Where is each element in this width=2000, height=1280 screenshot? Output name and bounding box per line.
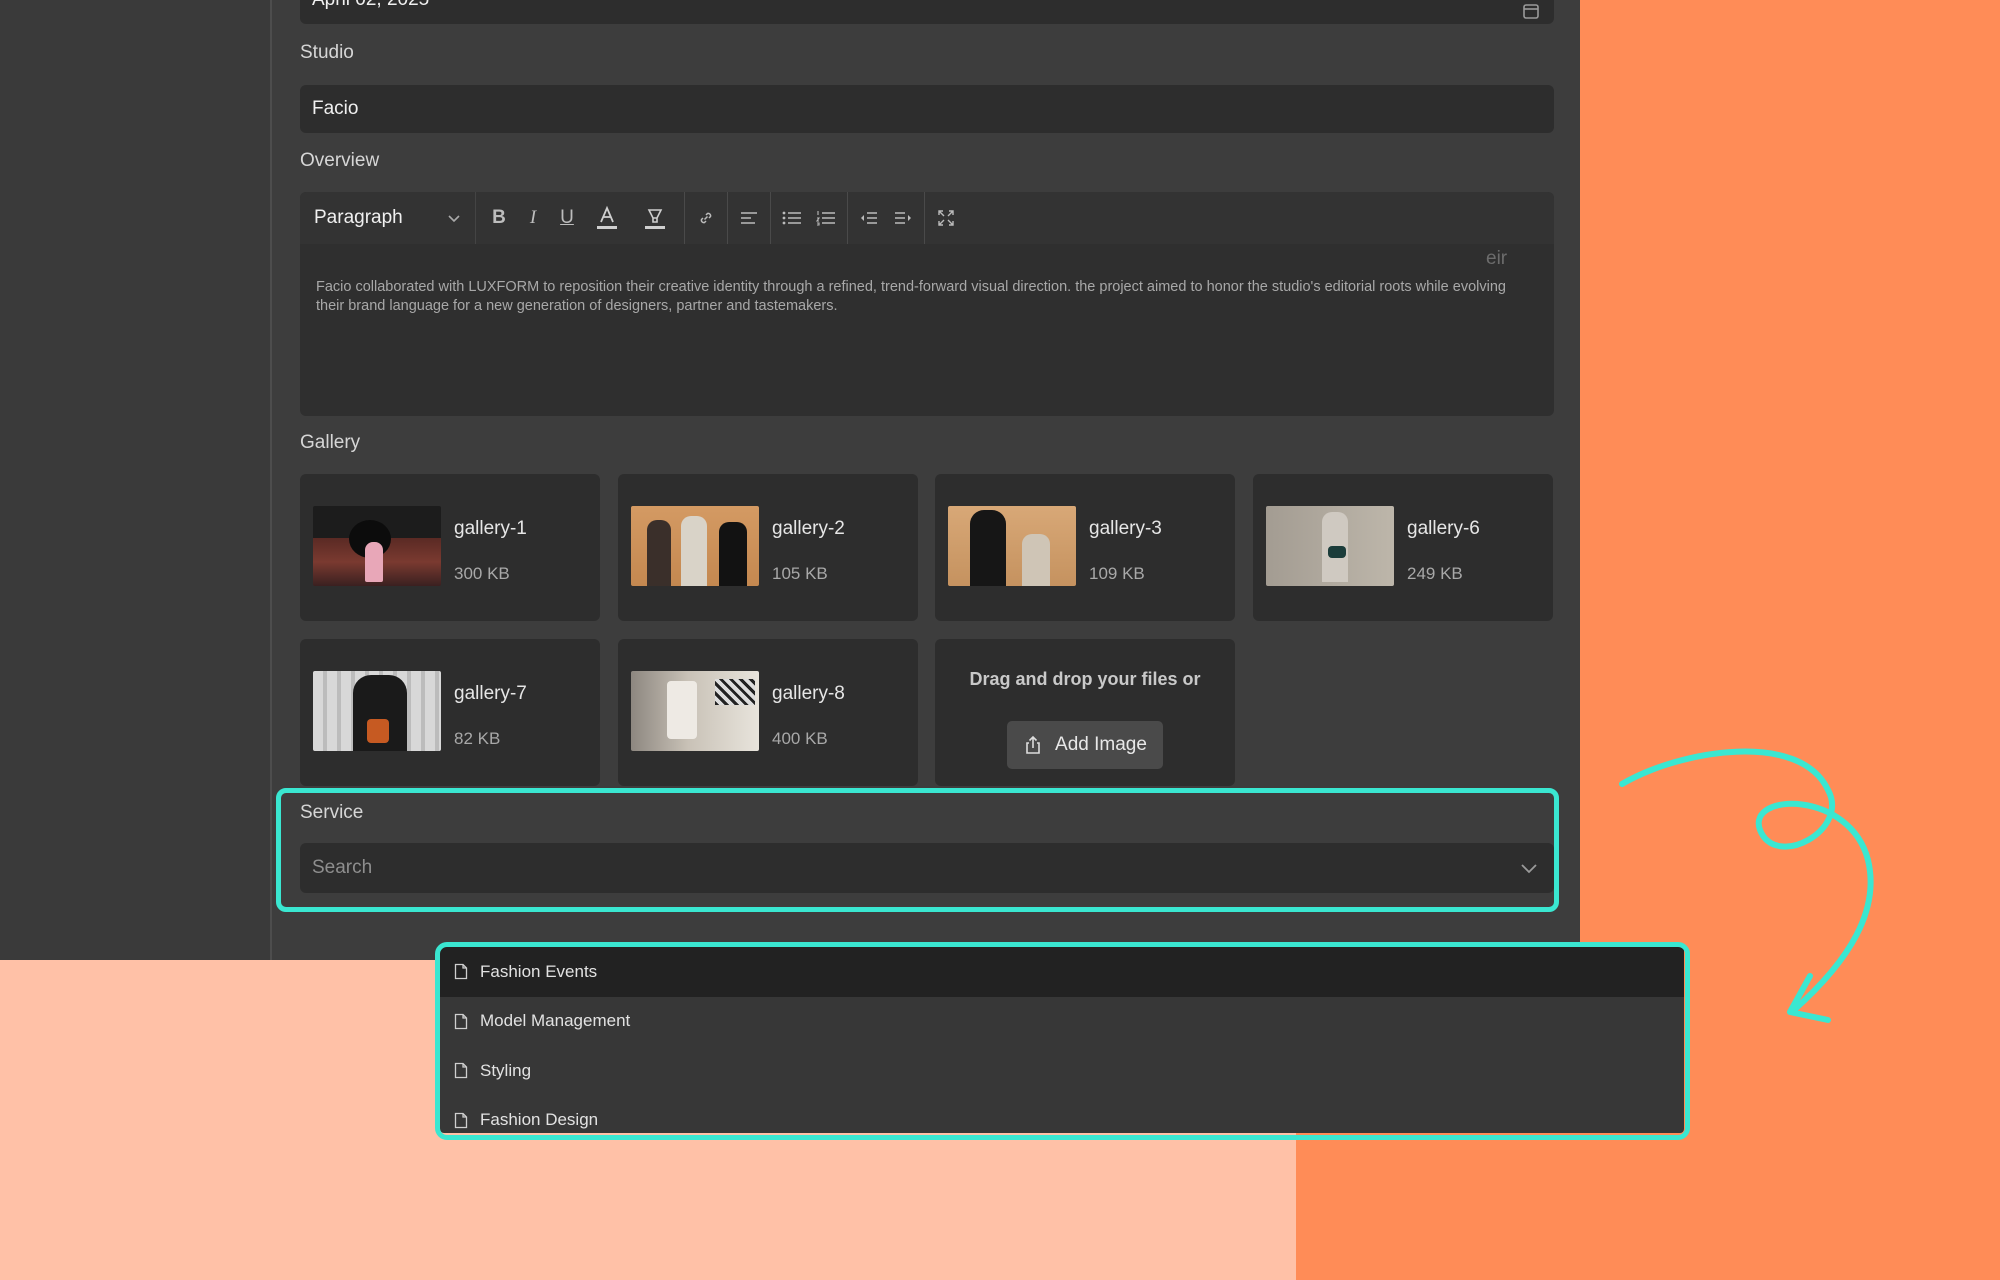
highlight-color-icon[interactable] [630, 192, 680, 244]
gallery-size: 400 KB [772, 729, 828, 748]
gallery-thumbnail [948, 506, 1076, 586]
toolbar-separator [924, 192, 925, 244]
add-image-label: Add Image [1055, 734, 1147, 755]
upload-dropzone[interactable]: Drag and drop your files or Add Image [935, 639, 1235, 786]
underline-icon[interactable]: U [550, 192, 584, 244]
calendar-icon[interactable] [1522, 2, 1540, 20]
gallery-thumbnail [631, 671, 759, 751]
chevron-down-icon [448, 215, 460, 223]
gallery-size: 300 KB [454, 564, 510, 583]
date-field[interactable]: April 02, 2025 [300, 0, 1554, 24]
chevron-down-icon[interactable] [1520, 861, 1538, 875]
upload-prompt: Drag and drop your files or [969, 669, 1201, 689]
gallery-thumbnail [1266, 506, 1394, 586]
studio-input[interactable]: Facio [300, 85, 1554, 133]
gallery-size: 249 KB [1407, 564, 1463, 583]
gallery-name: gallery-3 [1089, 518, 1162, 539]
gallery-name: gallery-7 [454, 683, 527, 704]
numbered-list-icon[interactable] [809, 192, 843, 244]
italic-icon[interactable]: I [516, 192, 550, 244]
date-value: April 02, 2025 [312, 0, 429, 11]
gallery-size: 109 KB [1089, 564, 1145, 583]
studio-label: Studio [300, 42, 354, 63]
gallery-item[interactable]: gallery-1 300 KB [300, 474, 600, 621]
toolbar-separator [684, 192, 685, 244]
dropdown-highlight-frame [435, 942, 1690, 1140]
toolbar-separator [727, 192, 728, 244]
outdent-icon[interactable] [852, 192, 886, 244]
studio-value: Facio [312, 98, 359, 119]
service-placeholder: Search [312, 857, 373, 878]
indent-icon[interactable] [886, 192, 920, 244]
fullscreen-icon[interactable] [929, 192, 963, 244]
overview-editor[interactable]: Paragraph B I U eir Facio collaborated w… [300, 192, 1554, 416]
gallery-item[interactable]: gallery-3 109 KB [935, 474, 1235, 621]
gallery-item[interactable]: gallery-8 400 KB [618, 639, 918, 786]
block-type-value: Paragraph [314, 207, 403, 228]
toolbar-separator [847, 192, 848, 244]
gallery-thumbnail [313, 671, 441, 751]
add-image-button[interactable]: Add Image [1007, 721, 1163, 769]
gallery-thumbnail [631, 506, 759, 586]
align-left-icon[interactable] [732, 192, 766, 244]
service-label: Service [300, 802, 364, 823]
gallery-name: gallery-6 [1407, 518, 1480, 539]
gallery-name: gallery-1 [454, 518, 527, 539]
overview-ghost-text: eir [1486, 248, 1508, 269]
editor-toolbar: Paragraph B I U [300, 192, 1554, 244]
gallery-item[interactable]: gallery-6 249 KB [1253, 474, 1553, 621]
gallery-item[interactable]: gallery-2 105 KB [618, 474, 918, 621]
gallery-label: Gallery [300, 432, 361, 453]
gallery-item[interactable]: gallery-7 82 KB [300, 639, 600, 786]
gallery-thumbnail [313, 506, 441, 586]
gallery-size: 105 KB [772, 564, 828, 583]
curly-arrow-icon [1619, 748, 1874, 1023]
gallery-name: gallery-8 [772, 683, 845, 704]
bullet-list-icon[interactable] [775, 192, 809, 244]
gallery-name: gallery-2 [772, 518, 845, 539]
overview-label: Overview [300, 150, 380, 171]
service-search-input[interactable]: Search [300, 843, 1554, 893]
bold-icon[interactable]: B [482, 192, 516, 244]
text-color-icon[interactable] [584, 192, 630, 244]
block-type-select[interactable]: Paragraph [300, 192, 476, 244]
link-icon[interactable] [689, 192, 723, 244]
overview-text[interactable]: Facio collaborated with LUXFORM to repos… [316, 278, 1516, 316]
toolbar-separator [770, 192, 771, 244]
gallery-size: 82 KB [454, 729, 501, 748]
upload-icon [1026, 735, 1040, 754]
